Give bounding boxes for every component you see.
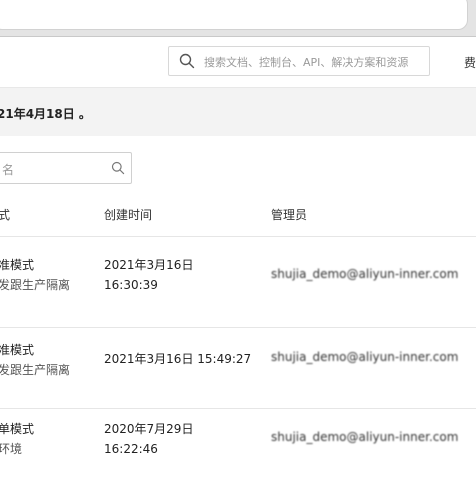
search-icon bbox=[179, 53, 195, 69]
table-row: 单模式 环境 2020年7月29日 16:22:46 shujia_demo@a… bbox=[0, 409, 476, 477]
row-admin-email: shujia_demo@aliyun-inner.com bbox=[271, 430, 459, 444]
row-created-time: 16:30:39 bbox=[104, 278, 158, 292]
table-header: 式 创建时间 管理员 bbox=[0, 192, 476, 237]
column-header-created-time: 创建时间 bbox=[104, 208, 153, 222]
row-admin-email: shujia_demo@aliyun-inner.com bbox=[271, 350, 459, 364]
row-mode: 准模式 bbox=[0, 258, 35, 272]
browser-toolbar bbox=[0, 0, 476, 37]
row-mode-desc: 发跟生产隔离 bbox=[0, 278, 71, 292]
row-created-time: 16:22:46 bbox=[104, 442, 158, 456]
address-bar[interactable] bbox=[0, 0, 468, 30]
column-header-admin: 管理员 bbox=[271, 208, 308, 222]
table-row: 准模式 发跟生产隔离 2021年3月16日 15:49:27 shujia_de… bbox=[0, 328, 476, 409]
column-header-mode: 式 bbox=[0, 208, 11, 222]
row-mode-desc: 环境 bbox=[0, 442, 23, 456]
fee-menu-link[interactable]: 费 bbox=[464, 54, 476, 71]
search-placeholder: 搜索文档、控制台、API、解决方案和资源 bbox=[204, 56, 409, 69]
filter-placeholder: 名 bbox=[2, 163, 15, 177]
global-search-input[interactable]: 搜索文档、控制台、API、解决方案和资源 bbox=[168, 46, 430, 76]
search-icon[interactable] bbox=[111, 161, 125, 175]
notice-text: 21年4月18日 。 bbox=[0, 107, 91, 121]
row-created-date: 2021年3月16日 bbox=[104, 258, 194, 272]
name-filter-input[interactable]: 名 bbox=[0, 152, 132, 184]
console-page: 搜索文档、控制台、API、解决方案和资源 费 21年4月18日 。 名 式 创建… bbox=[0, 37, 476, 477]
row-created-date: 2020年7月29日 bbox=[104, 422, 194, 436]
table-row: 准模式 发跟生产隔离 2021年3月16日 16:30:39 shujia_de… bbox=[0, 237, 476, 328]
row-mode: 准模式 bbox=[0, 343, 35, 357]
row-admin-email: shujia_demo@aliyun-inner.com bbox=[271, 267, 459, 281]
row-created-datetime: 2021年3月16日 15:49:27 bbox=[104, 352, 252, 366]
top-header: 搜索文档、控制台、API、解决方案和资源 费 bbox=[0, 37, 476, 88]
notice-banner: 21年4月18日 。 bbox=[0, 88, 476, 136]
row-mode: 单模式 bbox=[0, 422, 35, 436]
row-mode-desc: 发跟生产隔离 bbox=[0, 363, 71, 377]
